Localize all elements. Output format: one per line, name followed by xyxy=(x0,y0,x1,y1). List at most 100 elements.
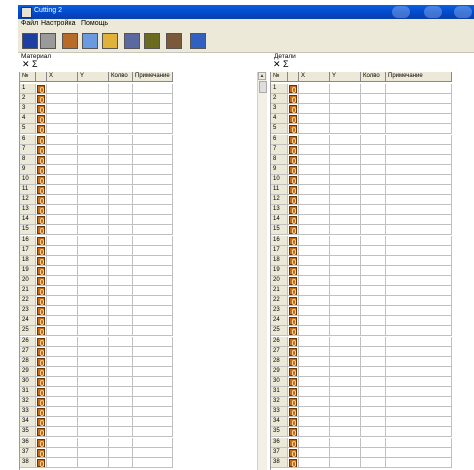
table-row[interactable]: 33 xyxy=(20,407,258,418)
table-row[interactable]: 5 xyxy=(20,124,258,135)
table-cell[interactable] xyxy=(361,397,386,408)
table-cell[interactable] xyxy=(361,275,386,286)
column-header[interactable]: № xyxy=(271,72,288,82)
wood-texture-icon[interactable] xyxy=(37,236,45,245)
material-scrollbar[interactable]: ▲ xyxy=(257,72,267,470)
table-cell[interactable] xyxy=(109,265,133,276)
table-cell[interactable] xyxy=(299,174,330,185)
table-cell[interactable] xyxy=(47,336,78,347)
wood-texture-icon[interactable] xyxy=(289,175,297,184)
material-swatch-cell[interactable] xyxy=(36,235,47,246)
table-cell[interactable] xyxy=(47,407,78,418)
table-row[interactable]: 15 xyxy=(20,225,258,236)
table-cell[interactable] xyxy=(78,286,109,296)
table-cell[interactable] xyxy=(330,225,361,236)
table-cell[interactable] xyxy=(299,326,330,337)
table-cell[interactable] xyxy=(78,316,109,327)
material-swatch-cell[interactable] xyxy=(288,235,299,246)
material-swatch-cell[interactable] xyxy=(36,225,47,236)
wood-texture-icon[interactable] xyxy=(37,357,45,366)
material-swatch-cell[interactable] xyxy=(36,275,47,286)
table-cell[interactable] xyxy=(109,114,133,125)
table-cell[interactable] xyxy=(109,366,133,377)
material-swatch-cell[interactable] xyxy=(288,286,299,296)
table-cell[interactable] xyxy=(361,154,386,165)
table-cell[interactable] xyxy=(299,437,330,448)
table-cell[interactable] xyxy=(78,124,109,135)
table-cell[interactable] xyxy=(109,84,133,94)
wood-texture-icon[interactable] xyxy=(37,276,45,285)
table-cell[interactable] xyxy=(361,286,386,296)
wood-texture-icon[interactable] xyxy=(289,266,297,275)
wood-texture-icon[interactable] xyxy=(289,165,297,174)
wood-texture-icon[interactable] xyxy=(289,287,297,295)
table-cell[interactable] xyxy=(133,275,173,286)
wood-texture-icon[interactable] xyxy=(289,307,297,316)
column-header[interactable]: Примечание xyxy=(386,72,452,82)
table-row[interactable]: 21 xyxy=(271,286,474,296)
table-row[interactable]: 15 xyxy=(271,225,474,236)
table-cell[interactable] xyxy=(386,154,452,165)
table-cell[interactable] xyxy=(133,154,173,165)
table-cell[interactable] xyxy=(361,447,386,458)
grid-blue-icon[interactable] xyxy=(22,33,38,49)
material-swatch-cell[interactable] xyxy=(36,195,47,206)
table-cell[interactable] xyxy=(386,185,452,195)
table-cell[interactable] xyxy=(133,316,173,327)
table-cell[interactable] xyxy=(386,306,452,317)
material-swatch-cell[interactable] xyxy=(36,407,47,418)
table-cell[interactable] xyxy=(78,225,109,236)
wood-texture-icon[interactable] xyxy=(289,438,297,447)
table-cell[interactable] xyxy=(47,84,78,94)
table-cell[interactable] xyxy=(109,124,133,135)
material-swatch-cell[interactable] xyxy=(36,205,47,216)
wood-texture-icon[interactable] xyxy=(289,115,297,124)
material-swatch-cell[interactable] xyxy=(36,316,47,327)
wood-texture-icon[interactable] xyxy=(37,85,45,93)
wood-texture-icon[interactable] xyxy=(289,226,297,235)
menu-settings[interactable]: Настройка xyxy=(41,20,75,27)
close-button[interactable] xyxy=(454,6,472,18)
table-cell[interactable] xyxy=(330,316,361,327)
table-cell[interactable] xyxy=(299,336,330,347)
table-cell[interactable] xyxy=(361,387,386,397)
table-cell[interactable] xyxy=(299,306,330,317)
table-cell[interactable] xyxy=(78,397,109,408)
table-cell[interactable] xyxy=(330,275,361,286)
wood-texture-icon[interactable] xyxy=(37,145,45,154)
wood-texture-icon[interactable] xyxy=(289,256,297,265)
table-cell[interactable] xyxy=(330,104,361,115)
table-cell[interactable] xyxy=(133,245,173,256)
folder-color-icon[interactable] xyxy=(102,33,118,49)
wood-texture-icon[interactable] xyxy=(289,125,297,134)
wood-texture-icon[interactable] xyxy=(289,95,297,104)
table-cell[interactable] xyxy=(109,336,133,347)
material-swatch-cell[interactable] xyxy=(36,164,47,175)
material-swatch-cell[interactable] xyxy=(36,437,47,448)
minimize-button[interactable] xyxy=(392,6,410,18)
wood-texture-icon[interactable] xyxy=(289,377,297,386)
table-row[interactable]: 38 xyxy=(271,457,474,468)
table-cell[interactable] xyxy=(47,185,78,195)
table-cell[interactable] xyxy=(133,447,173,458)
table-cell[interactable] xyxy=(133,114,173,125)
table-row[interactable]: 12 xyxy=(271,195,474,206)
wood-texture-icon[interactable] xyxy=(37,347,45,356)
table-cell[interactable] xyxy=(47,427,78,438)
table-cell[interactable] xyxy=(361,306,386,317)
table-row[interactable]: 32 xyxy=(20,397,258,408)
grid-grey-icon[interactable] xyxy=(40,33,56,49)
table-cell[interactable] xyxy=(330,134,361,145)
table-cell[interactable] xyxy=(330,94,361,105)
column-header[interactable]: Колво xyxy=(109,72,133,82)
table-cell[interactable] xyxy=(133,366,173,377)
table-cell[interactable] xyxy=(386,366,452,377)
table-cell[interactable] xyxy=(386,417,452,428)
table-cell[interactable] xyxy=(330,255,361,266)
table-cell[interactable] xyxy=(78,265,109,276)
wood-texture-icon[interactable] xyxy=(37,398,45,407)
wood-texture-icon[interactable] xyxy=(289,408,297,417)
material-swatch-cell[interactable] xyxy=(36,356,47,367)
table-cell[interactable] xyxy=(361,316,386,327)
table-cell[interactable] xyxy=(299,366,330,377)
